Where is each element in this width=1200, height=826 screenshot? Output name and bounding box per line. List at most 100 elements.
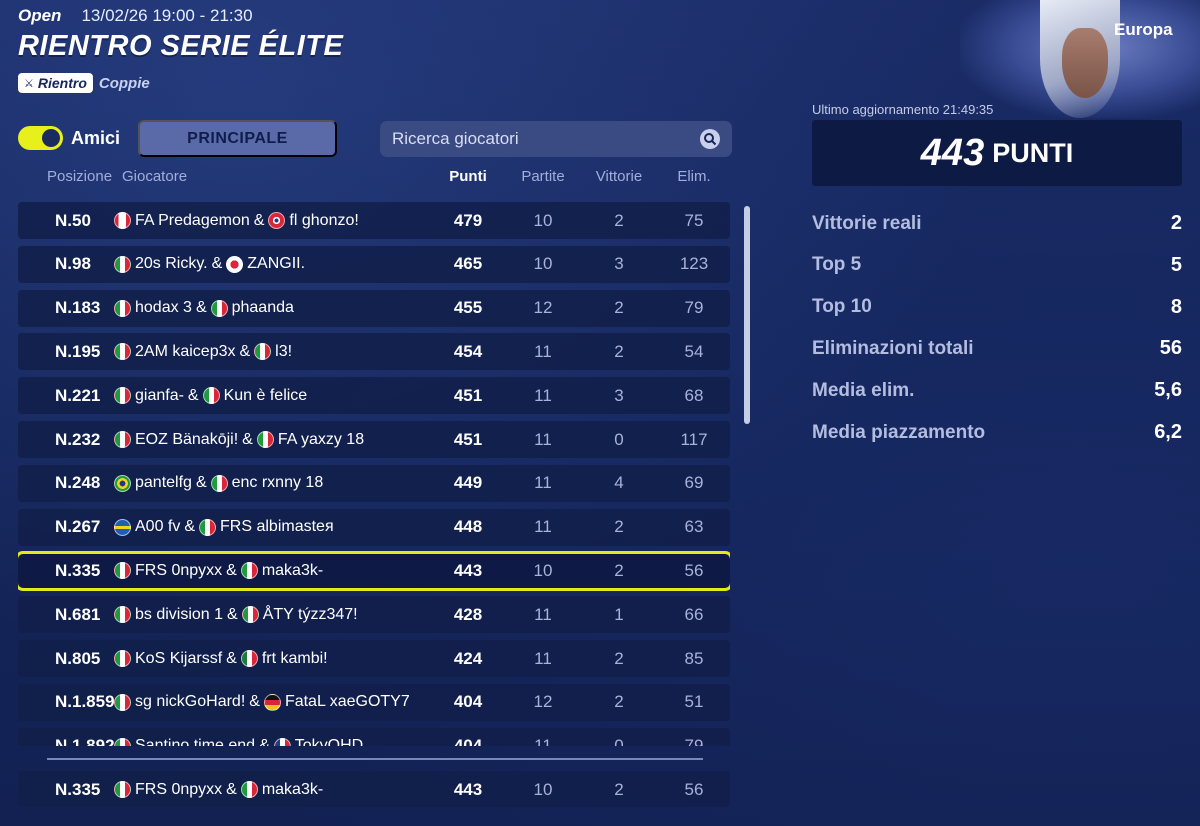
points-cell: 404	[453, 692, 483, 712]
own-team-row[interactable]: N.335 FRS 0npyxx & maka3k- 443 10 2 56	[18, 771, 730, 807]
position-cell: N.335	[55, 560, 101, 580]
event-info: Open 13/02/26 19:00 - 21:30	[18, 6, 253, 26]
position-cell: N.267	[55, 517, 101, 537]
toggle-knob	[42, 129, 60, 147]
player-name-2: phaanda	[231, 299, 294, 317]
matches-cell: 11	[534, 429, 552, 449]
wins-cell: 2	[614, 560, 624, 580]
tag-chip-label: Rientro	[37, 75, 87, 91]
points-summary: 443 PUNTI	[812, 120, 1182, 186]
stat-label: Top 5	[812, 254, 862, 276]
search-icon[interactable]	[700, 129, 720, 149]
friends-toggle-group: Amici	[18, 126, 120, 150]
search-input[interactable]	[392, 129, 700, 149]
wins-cell: 0	[614, 429, 624, 449]
player-name-2: TokyOHD	[294, 737, 364, 746]
elims-cell: 51	[684, 692, 704, 712]
table-row-selected[interactable]: N.335 FRS 0npyxx & maka3k- 443 10 2 56	[18, 551, 730, 592]
column-header-elims[interactable]: Elim.	[658, 168, 730, 185]
player-separator: &	[195, 474, 207, 492]
player-name-2: enc rxnny 18	[231, 474, 324, 492]
player-name-2: l3!	[275, 342, 293, 360]
wins-cell: 2	[614, 341, 624, 361]
player-cell: EOZ Bänakōji! & FA yaxzy 18	[114, 421, 364, 458]
player-name-2: fl ghonzo!	[289, 211, 359, 229]
player-name-1: FA Predagemon	[135, 211, 250, 229]
wins-cell: 2	[614, 298, 624, 318]
table-row[interactable]: N.805 KoS Kijarssf & frt kambi! 424 11 2 85	[18, 640, 730, 677]
table-row[interactable]: N.1.892 Santino time end & TokyOHD 404 11 0 79	[18, 727, 730, 746]
stat-row: Eliminazioni totali 56	[812, 337, 1182, 360]
player-separator: &	[226, 649, 237, 667]
event-mode: Open	[18, 6, 62, 25]
stat-label: Media elim.	[812, 379, 915, 401]
player-name-1: gianfa-	[135, 386, 184, 404]
points-cell: 451	[453, 385, 483, 405]
wins-cell: 2	[614, 648, 624, 668]
player-separator: &	[195, 299, 207, 317]
wins-cell: 0	[614, 736, 624, 746]
player-name-1: 20s Ricky.	[135, 255, 208, 273]
wins-cell: 2	[614, 517, 624, 537]
player-name-1: A00 fv	[135, 518, 181, 536]
column-header-player: Giocatore	[122, 168, 188, 185]
region-label: Europa	[1114, 20, 1173, 39]
player-separator: &	[249, 693, 260, 711]
player-name-2: ÅTY týzz347!	[262, 605, 358, 623]
flag-icon	[114, 387, 131, 405]
table-row[interactable]: N.183 hodax 3 & phaanda 455 12 2 79	[18, 289, 730, 327]
player-cell: sg nickGoHard! & FataL xaeGOTY7	[114, 684, 410, 721]
player-separator: &	[227, 605, 238, 623]
column-header-matches[interactable]: Partite	[508, 168, 578, 185]
elims-cell: 79	[684, 736, 704, 746]
flag-icon	[256, 431, 274, 448]
flag-icon	[210, 474, 228, 492]
stat-value: 5	[1170, 253, 1182, 276]
player-cell: FRS 0npyxx & maka3k-	[114, 771, 323, 808]
column-header-points[interactable]: Punti	[434, 168, 502, 185]
position-cell: N.98	[55, 254, 91, 274]
player-name-2: FA yaxzy 18	[277, 430, 365, 448]
table-row[interactable]: N.50 FA Predagemon & fl ghonzo! 479 10 2 75	[18, 202, 730, 239]
table-row[interactable]: N.1.859 sg nickGoHard! & FataL xaeGOTY7 404 1…	[18, 683, 730, 721]
table-row[interactable]: N.195 2AM kaicep3x & l3! 454 11 2 54	[18, 333, 730, 371]
table-row[interactable]: N.267 A00 fv & FRS albimasteя 448 11 2 63	[18, 508, 730, 546]
table-row[interactable]: N.98 20s Ricky. & ZANGII. 465 10 3 123	[18, 245, 730, 283]
principale-button[interactable]: PRINCIPALE	[138, 120, 337, 157]
team-size-label: Coppie	[98, 74, 150, 92]
stat-label: Top 10	[812, 296, 872, 318]
leaderboard-scrollbar[interactable]	[744, 206, 750, 424]
flag-icon	[114, 212, 131, 229]
position-cell: N.183	[55, 298, 101, 318]
player-separator: &	[211, 255, 223, 273]
points-cell: 465	[453, 254, 483, 274]
player-name-1: 2AM kaicep3x	[135, 342, 236, 360]
table-row[interactable]: N.681 bs division 1 & ÅTY týzz347! 428 11 1 66	[18, 596, 730, 634]
column-header-wins[interactable]: Vittorie	[583, 168, 655, 185]
points-value: 443	[920, 131, 985, 174]
player-name-1: Santino time end	[135, 737, 256, 746]
position-cell: N.221	[55, 385, 101, 405]
flag-icon	[241, 606, 259, 624]
table-row[interactable]: N.232 EOZ Bänakōji! & FA yaxzy 18 451 11 0 117	[18, 421, 730, 458]
flag-icon	[240, 781, 258, 798]
elims-cell: 79	[684, 298, 704, 318]
player-name-1: FRS 0npyxx	[135, 780, 223, 798]
friends-toggle[interactable]	[18, 126, 63, 150]
player-cell: FA Predagemon & fl ghonzo!	[114, 202, 359, 239]
elims-cell: 54	[684, 341, 704, 361]
table-row[interactable]: N.248 pantelfg & enc rxnny 18 449 11 4 69	[18, 464, 730, 502]
elims-cell: 56	[684, 779, 704, 799]
points-cell: 451	[453, 429, 483, 449]
points-cell: 428	[453, 604, 483, 624]
player-name-1: KoS Kijarssf	[135, 649, 223, 667]
table-row[interactable]: N.221 gianfa- & Kun è felice 451 11 3 68	[18, 377, 730, 415]
flag-icon	[114, 781, 131, 798]
stat-row: Top 10 8	[812, 296, 1182, 319]
event-tags: ⚔ Rientro Coppie	[18, 73, 150, 93]
matches-cell: 12	[533, 692, 553, 712]
page-title: RIENTRO SERIE ÉLITE	[18, 30, 344, 62]
matches-cell: 11	[534, 473, 552, 493]
last-updated: Ultimo aggiornamento 21:49:35	[812, 102, 994, 117]
stat-value: 6,2	[1154, 421, 1182, 443]
